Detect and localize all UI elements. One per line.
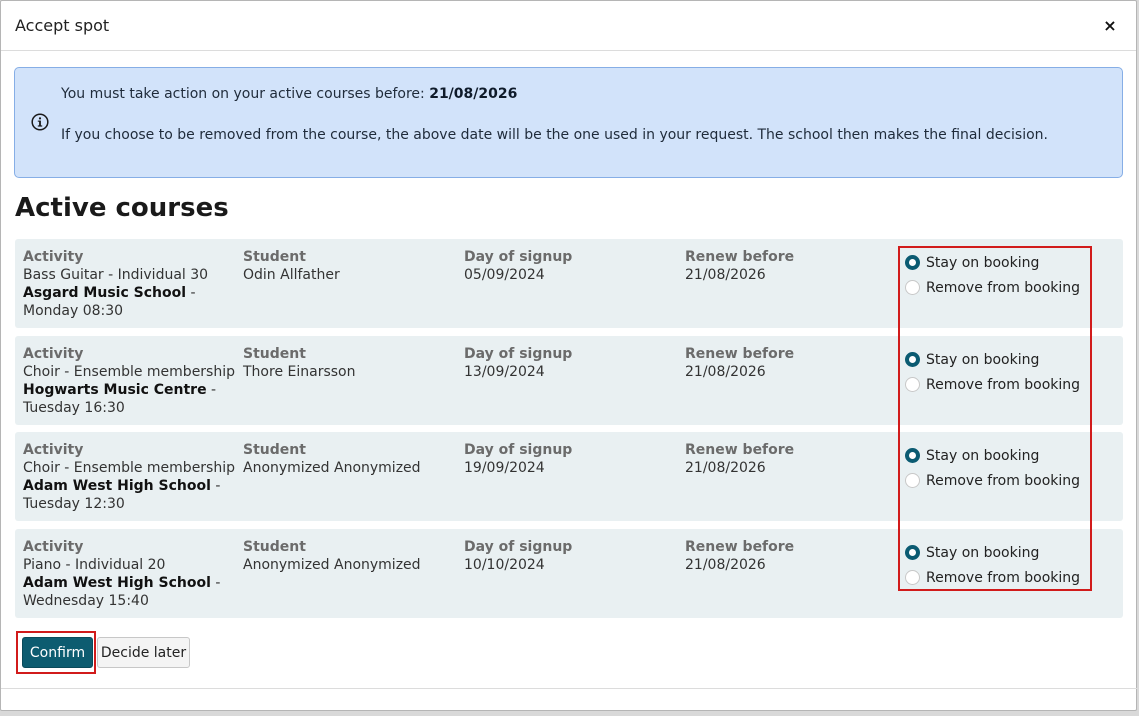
renew-header: Renew before	[685, 539, 795, 555]
renew-header: Renew before	[685, 442, 795, 458]
radio-options-highlight	[898, 246, 1092, 591]
school-name: Adam West High School	[23, 478, 211, 494]
activity-cell: Activity Choir - Ensemble membership Ada…	[23, 441, 238, 513]
activity-cell: Activity Bass Guitar - Individual 30 Asg…	[23, 248, 238, 320]
student-header: Student	[243, 249, 306, 265]
renew-date: 21/08/2026	[685, 364, 766, 380]
school-name: Hogwarts Music Centre	[23, 382, 207, 398]
alert-deadline-prefix: You must take action on your active cour…	[61, 86, 425, 102]
close-button[interactable]: ×	[1100, 16, 1120, 35]
signup-cell: Day of signup 05/09/2024	[464, 248, 679, 284]
student-name: Anonymized Anonymized	[243, 460, 421, 476]
activity-cell: Activity Choir - Ensemble membership Hog…	[23, 345, 238, 417]
alert-deadline-text: You must take action on your active cour…	[61, 86, 517, 102]
modal-header: Accept spot ×	[1, 1, 1136, 51]
student-header: Student	[243, 442, 306, 458]
student-name: Odin Allfather	[243, 267, 340, 283]
activity-location: Asgard Music School - Monday 08:30	[23, 284, 238, 320]
alert-deadline-date: 21/08/2026	[429, 86, 518, 102]
confirm-button[interactable]: Confirm	[22, 637, 93, 668]
info-alert: You must take action on your active cour…	[14, 67, 1123, 178]
renew-cell: Renew before 21/08/2026	[685, 441, 900, 477]
student-cell: Student Anonymized Anonymized	[243, 441, 458, 477]
school-name: Adam West High School	[23, 575, 211, 591]
student-cell: Student Thore Einarsson	[243, 345, 458, 381]
info-icon	[31, 113, 49, 131]
modal-title: Accept spot	[15, 16, 110, 35]
decide-later-button[interactable]: Decide later	[97, 637, 190, 668]
activity-name: Choir - Ensemble membership	[23, 460, 236, 476]
renew-cell: Renew before 21/08/2026	[685, 248, 900, 284]
activity-cell: Activity Piano - Individual 20 Adam West…	[23, 538, 238, 610]
footer-divider	[1, 688, 1138, 689]
activity-location: Hogwarts Music Centre - Tuesday 16:30	[23, 381, 238, 417]
signup-header: Day of signup	[464, 539, 573, 555]
activity-header: Activity	[23, 346, 84, 362]
renew-date: 21/08/2026	[685, 460, 766, 476]
signup-header: Day of signup	[464, 249, 573, 265]
activity-header: Activity	[23, 539, 84, 555]
activity-header: Activity	[23, 249, 84, 265]
signup-header: Day of signup	[464, 442, 573, 458]
signup-date: 13/09/2024	[464, 364, 545, 380]
renew-cell: Renew before 21/08/2026	[685, 345, 900, 381]
school-name: Asgard Music School	[23, 285, 187, 301]
signup-header: Day of signup	[464, 346, 573, 362]
activity-location: Adam West High School - Wednesday 15:40	[23, 574, 238, 610]
renew-date: 21/08/2026	[685, 557, 766, 573]
activity-location: Adam West High School - Tuesday 12:30	[23, 477, 238, 513]
alert-explanation-text: If you choose to be removed from the cou…	[61, 127, 1048, 143]
section-title: Active courses	[15, 193, 229, 223]
activity-name: Piano - Individual 20	[23, 557, 166, 573]
student-header: Student	[243, 539, 306, 555]
signup-date: 19/09/2024	[464, 460, 545, 476]
signup-date: 10/10/2024	[464, 557, 545, 573]
activity-name: Choir - Ensemble membership	[23, 364, 236, 380]
renew-date: 21/08/2026	[685, 267, 766, 283]
activity-name: Bass Guitar - Individual 30	[23, 267, 209, 283]
student-name: Thore Einarsson	[243, 364, 356, 380]
signup-date: 05/09/2024	[464, 267, 545, 283]
student-cell: Student Anonymized Anonymized	[243, 538, 458, 574]
activity-header: Activity	[23, 442, 84, 458]
student-name: Anonymized Anonymized	[243, 557, 421, 573]
accept-spot-modal: Accept spot × You must take action on yo…	[0, 0, 1138, 711]
student-header: Student	[243, 346, 306, 362]
renew-header: Renew before	[685, 346, 795, 362]
student-cell: Student Odin Allfather	[243, 248, 458, 284]
renew-cell: Renew before 21/08/2026	[685, 538, 900, 574]
signup-cell: Day of signup 19/09/2024	[464, 441, 679, 477]
renew-header: Renew before	[685, 249, 795, 265]
signup-cell: Day of signup 13/09/2024	[464, 345, 679, 381]
signup-cell: Day of signup 10/10/2024	[464, 538, 679, 574]
